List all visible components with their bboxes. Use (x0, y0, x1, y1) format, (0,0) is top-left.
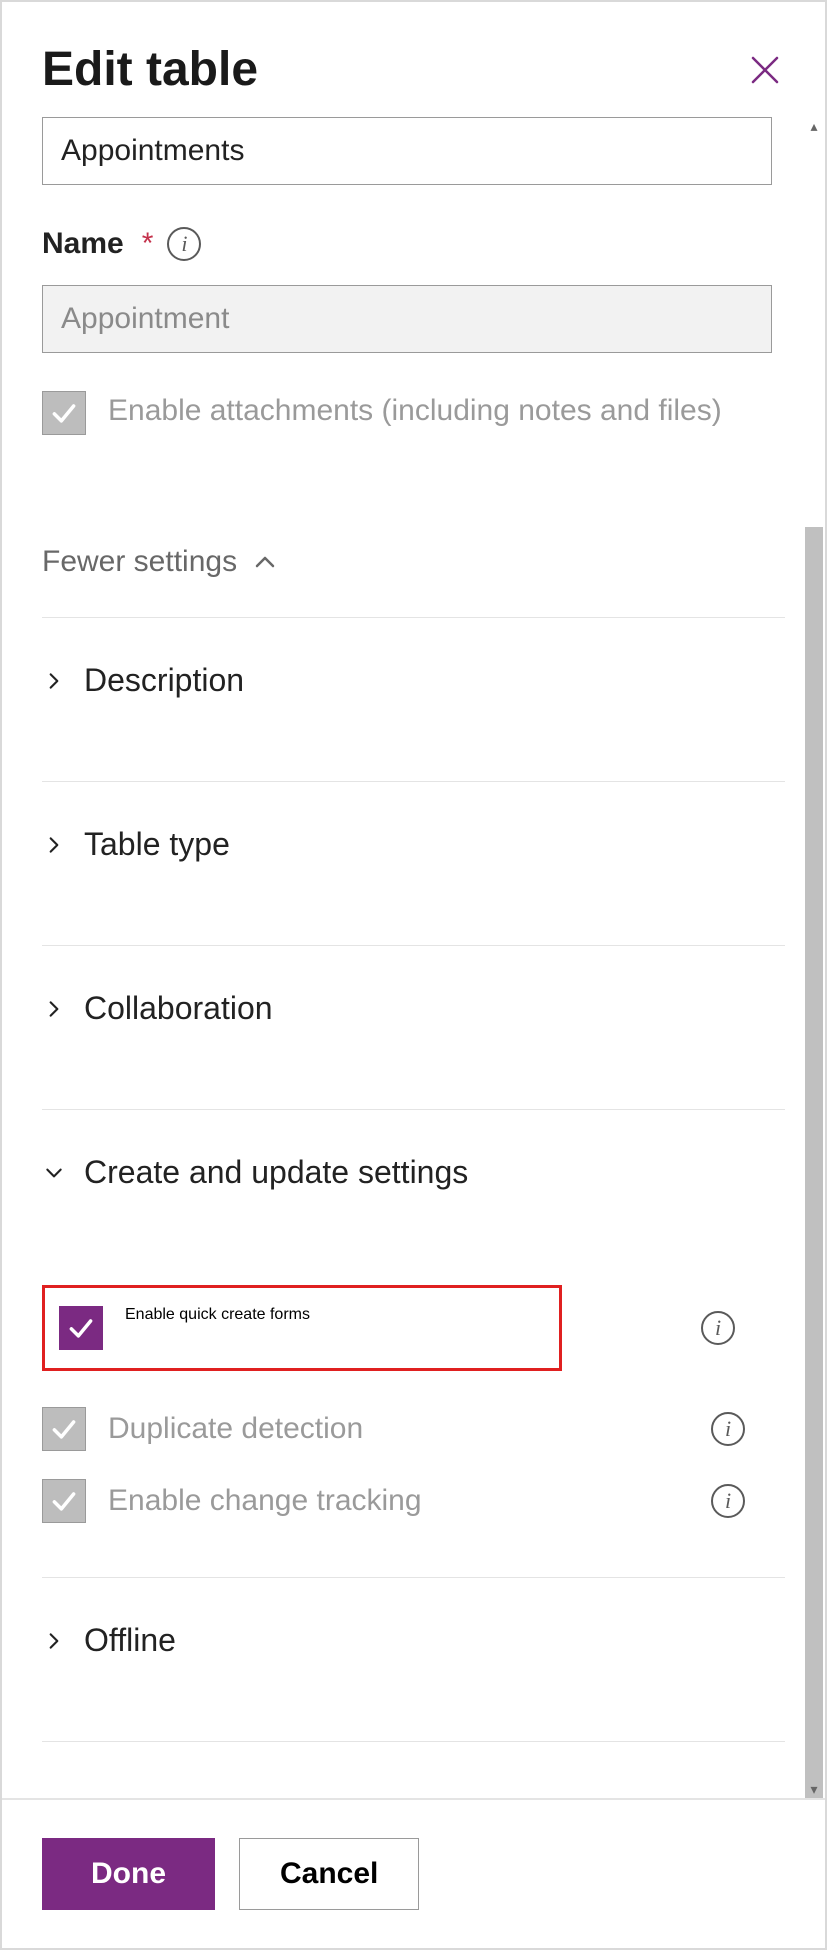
close-button[interactable] (745, 50, 785, 90)
change-tracking-row: Enable change tracking i (42, 1465, 785, 1537)
attachments-row: Enable attachments (including notes and … (42, 391, 785, 435)
checkmark-icon (50, 399, 78, 427)
checkmark-icon (50, 1487, 78, 1515)
change-tracking-label: Enable change tracking (108, 1484, 422, 1518)
highlight-quick-create: Enable quick create forms (42, 1285, 562, 1371)
panel-footer: Done Cancel (2, 1798, 825, 1948)
section-collaboration-label: Collaboration (84, 990, 273, 1027)
info-icon[interactable]: i (711, 1484, 745, 1518)
name-label: Name (42, 227, 124, 261)
display-name-input[interactable] (42, 117, 772, 185)
name-input (42, 285, 772, 353)
scroll-down-arrow[interactable]: ▾ (805, 1780, 823, 1798)
section-create-update-label: Create and update settings (84, 1154, 468, 1191)
duplicate-checkbox (42, 1407, 86, 1451)
info-icon[interactable]: i (711, 1412, 745, 1446)
scroll-up-arrow[interactable]: ▴ (805, 117, 823, 135)
chevron-right-icon (42, 669, 66, 693)
attachments-label: Enable attachments (including notes and … (108, 391, 722, 432)
quick-create-checkbox[interactable] (59, 1306, 103, 1350)
cancel-button[interactable]: Cancel (239, 1838, 419, 1910)
required-asterisk: * (142, 227, 154, 261)
chevron-up-icon (253, 550, 277, 574)
panel-header: Edit table (2, 2, 825, 117)
chevron-right-icon (42, 833, 66, 857)
section-offline-label: Offline (84, 1622, 176, 1659)
section-collaboration[interactable]: Collaboration (42, 946, 785, 1071)
chevron-right-icon (42, 1629, 66, 1653)
change-tracking-checkbox (42, 1479, 86, 1523)
section-table-type[interactable]: Table type (42, 782, 785, 907)
section-description[interactable]: Description (42, 618, 785, 743)
scroll-area: Name * i Enable attachments (including n… (2, 117, 825, 1798)
name-label-row: Name * i (42, 227, 785, 261)
section-description-label: Description (84, 662, 244, 699)
attachments-checkbox (42, 391, 86, 435)
fewer-settings-toggle[interactable]: Fewer settings (42, 545, 785, 579)
checkmark-icon (67, 1314, 95, 1342)
chevron-down-icon (42, 1161, 66, 1185)
close-icon (749, 54, 781, 86)
duplicate-label: Duplicate detection (108, 1412, 363, 1446)
duplicate-row: Duplicate detection i (42, 1393, 785, 1465)
section-offline[interactable]: Offline (42, 1578, 785, 1703)
panel-title: Edit table (42, 42, 258, 97)
edit-table-panel: Edit table Name * i Enable attachments (… (0, 0, 827, 1950)
section-table-type-label: Table type (84, 826, 230, 863)
info-icon[interactable]: i (167, 227, 201, 261)
fewer-settings-label: Fewer settings (42, 545, 237, 579)
done-button[interactable]: Done (42, 1838, 215, 1910)
chevron-right-icon (42, 997, 66, 1021)
info-icon[interactable]: i (701, 1311, 735, 1345)
section-create-update[interactable]: Create and update settings (42, 1110, 785, 1235)
quick-create-label: Enable quick create forms (125, 1306, 310, 1324)
scrollbar-thumb[interactable] (805, 527, 823, 1798)
checkmark-icon (50, 1415, 78, 1443)
